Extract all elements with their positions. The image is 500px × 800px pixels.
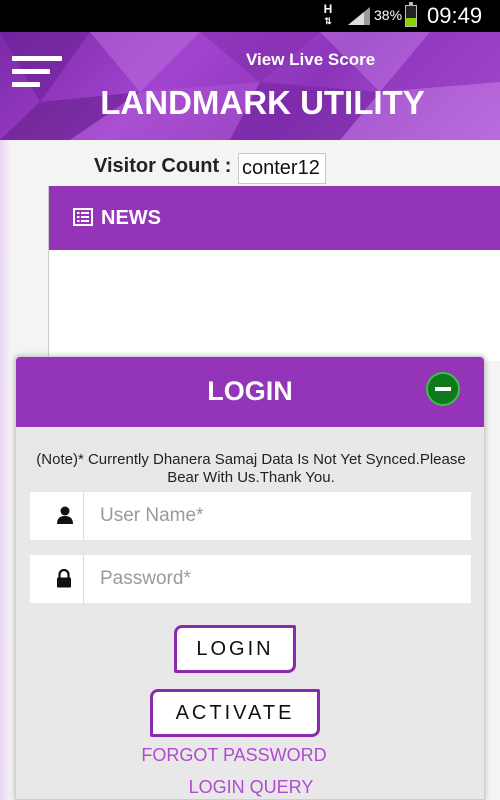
sync-note: (Note)* Currently Dhanera Samaj Data Is … bbox=[36, 451, 466, 486]
login-query-link[interactable]: LOGIN QUERY bbox=[16, 777, 486, 798]
left-rail bbox=[0, 140, 10, 800]
app-title: LANDMARK UTILITY bbox=[100, 84, 425, 121]
forgot-password-link[interactable]: FORGOT PASSWORD bbox=[16, 745, 452, 766]
news-header[interactable]: NEWS bbox=[49, 186, 500, 250]
login-modal-header: LOGIN bbox=[16, 357, 484, 427]
user-icon bbox=[57, 506, 73, 524]
signal-icon bbox=[348, 7, 370, 25]
battery-percent: 38% bbox=[374, 7, 403, 23]
news-panel: NEWS bbox=[48, 186, 500, 361]
news-title: NEWS bbox=[101, 207, 161, 229]
clock: 09:49 bbox=[427, 3, 483, 28]
status-bar: H ⇅ 38% 09:49 bbox=[0, 0, 500, 32]
news-list-icon bbox=[73, 208, 93, 226]
app-header: View Live Score LANDMARK UTILITY bbox=[0, 32, 500, 140]
visitor-count-value: conter12 bbox=[238, 153, 326, 184]
username-field bbox=[30, 492, 471, 540]
password-input[interactable] bbox=[100, 555, 460, 603]
login-modal-title: LOGIN bbox=[207, 376, 293, 406]
visitor-count-label: Visitor Count : bbox=[94, 155, 232, 177]
login-modal: LOGIN (Note)* Currently Dhanera Samaj Da… bbox=[15, 356, 485, 800]
lock-icon bbox=[57, 569, 71, 588]
username-input[interactable] bbox=[100, 492, 460, 540]
minus-circle-icon[interactable] bbox=[426, 372, 460, 406]
password-field bbox=[30, 555, 471, 603]
login-button[interactable]: LOGIN bbox=[174, 625, 296, 673]
network-type-icon: H ⇅ bbox=[323, 2, 333, 26]
battery-icon bbox=[405, 2, 417, 27]
activate-button[interactable]: ACTIVATE bbox=[150, 689, 320, 737]
view-live-score-link[interactable]: View Live Score bbox=[246, 50, 375, 70]
